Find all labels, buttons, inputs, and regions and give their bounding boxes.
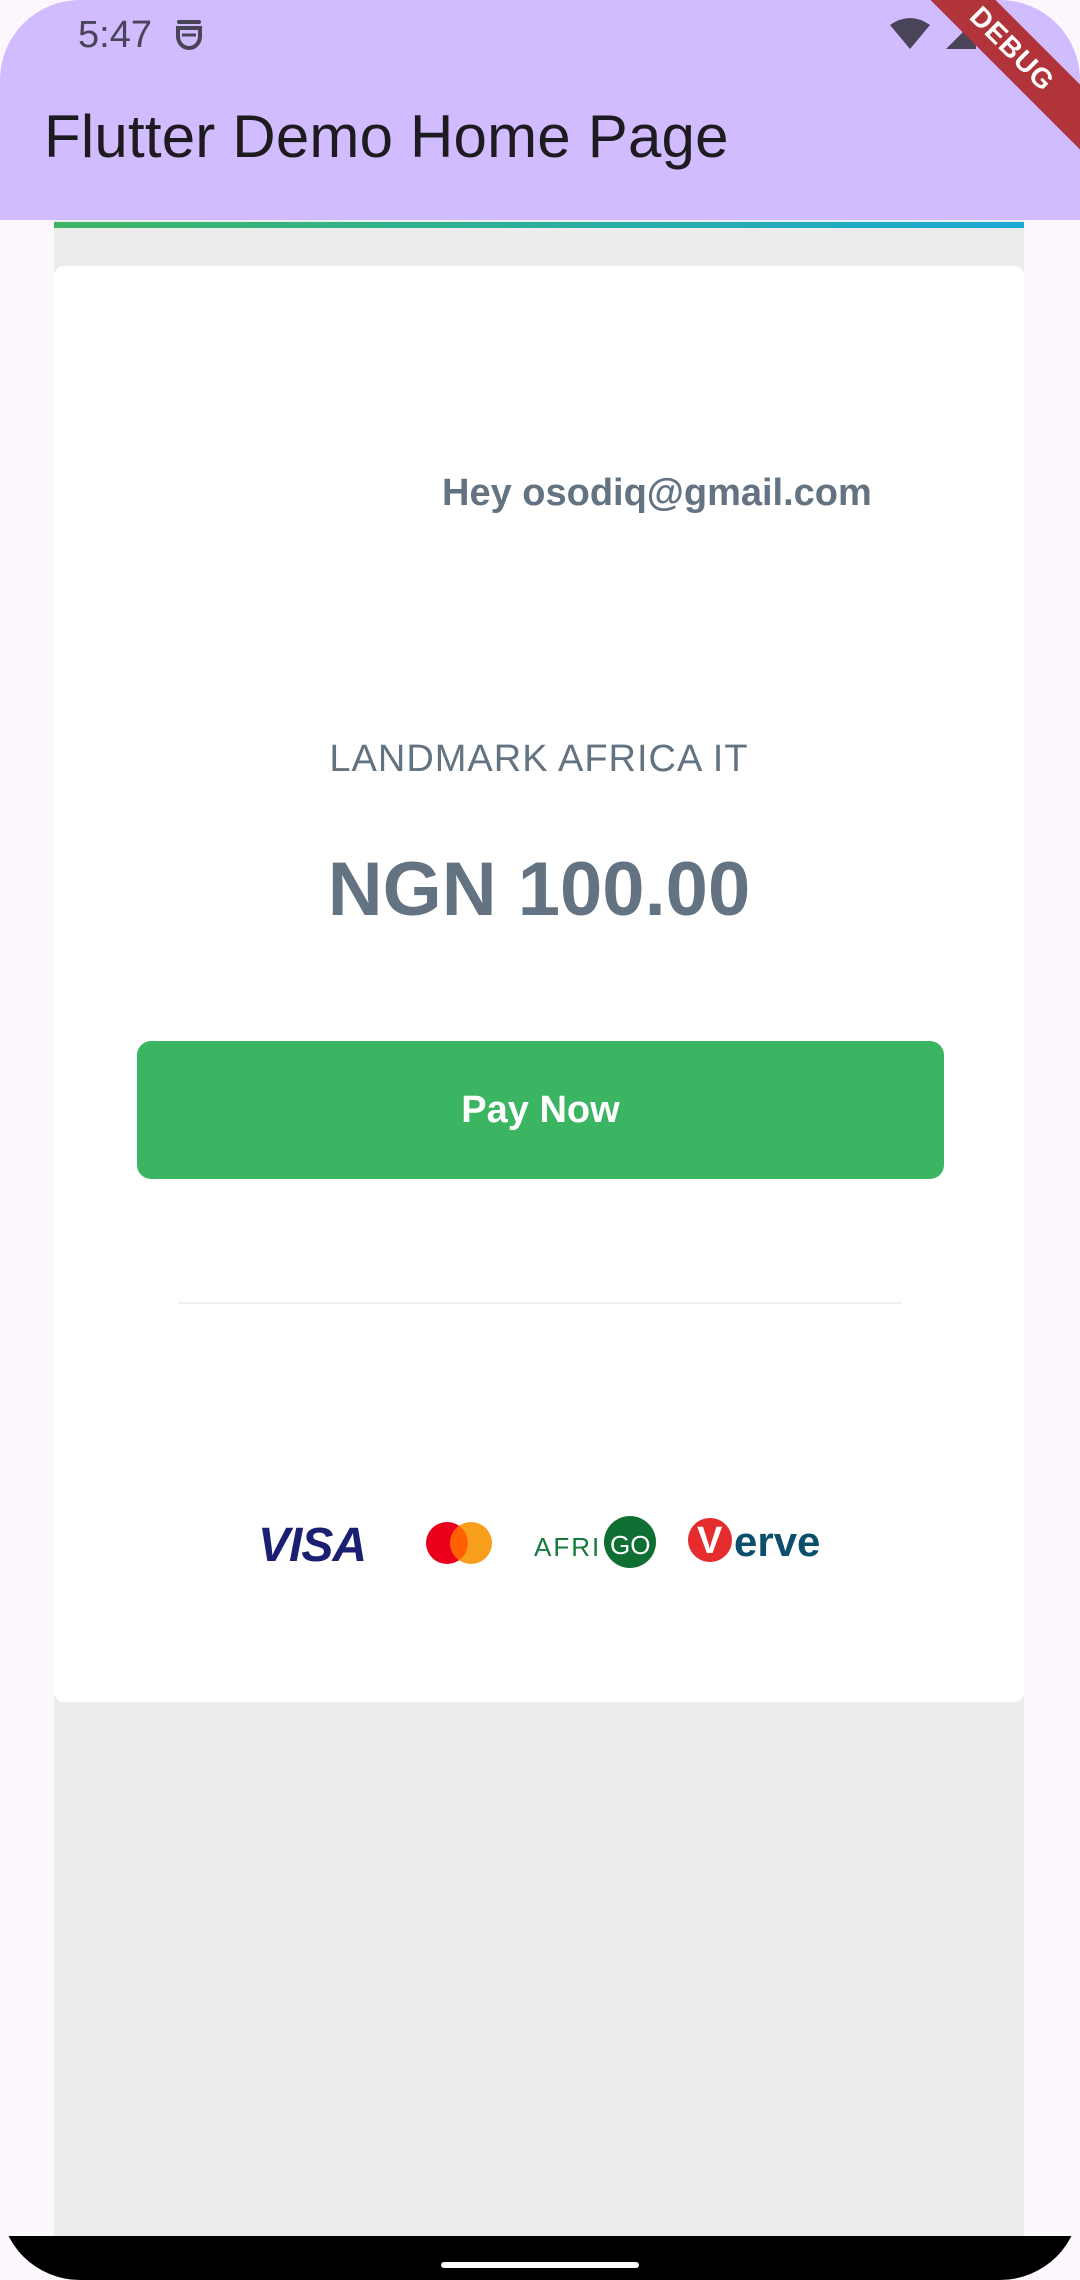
app-bar: 5:47 Flutter Demo Home Page DEBUG: [0, 0, 1080, 220]
afrigo-text: AFRI: [534, 1532, 602, 1562]
merchant-name: LANDMARK AFRICA IT: [329, 738, 749, 780]
system-navigation-bar: [0, 2236, 1080, 2280]
status-time: 5:47: [78, 14, 152, 56]
home-gesture-handle[interactable]: [441, 2262, 639, 2268]
checkout-webview: Hey osodiq@gmail.com LANDMARK AFRICA IT …: [54, 220, 1024, 2236]
phone-screen: 5:47 Flutter Demo Home Page DEBUG Hey os…: [0, 0, 1080, 2280]
divider: [178, 1302, 902, 1304]
customer-greeting: Hey osodiq@gmail.com: [442, 472, 872, 514]
page-title: Flutter Demo Home Page: [44, 103, 729, 170]
payment-methods: VISA AFRI GO V erve: [258, 1514, 858, 1578]
afrigo-go-text: GO: [610, 1530, 651, 1560]
checkout-card: Hey osodiq@gmail.com LANDMARK AFRICA IT …: [54, 266, 1024, 1702]
loading-progress-bar: [54, 222, 1024, 228]
pay-now-button[interactable]: Pay Now: [137, 1041, 944, 1179]
payment-amount: NGN 100.00: [327, 847, 751, 932]
verve-v-letter: V: [697, 1520, 723, 1562]
mastercard-logo: [426, 1522, 492, 1564]
verve-text: erve: [734, 1518, 821, 1565]
wifi-icon: [890, 18, 930, 49]
notification-icon: [176, 20, 202, 51]
afrigo-logo: AFRI GO: [534, 1516, 656, 1572]
visa-logo: VISA: [258, 1519, 367, 1572]
verve-logo: V erve: [688, 1514, 828, 1574]
